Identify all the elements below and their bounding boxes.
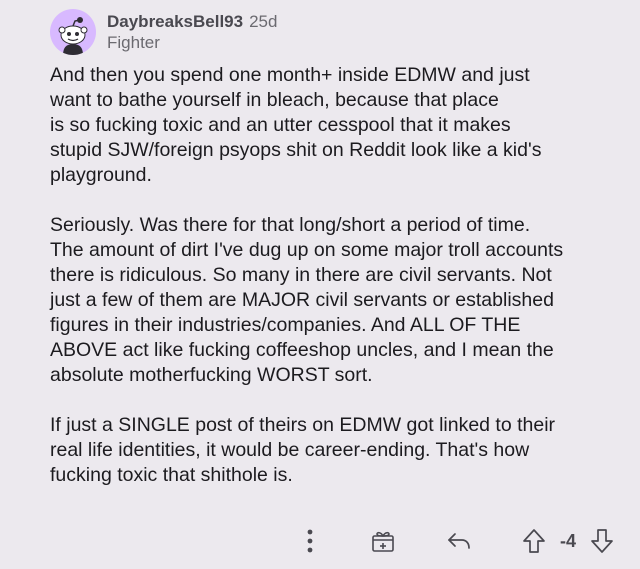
username[interactable]: DaybreaksBell93: [107, 11, 243, 32]
upvote-arrow-icon[interactable]: [520, 525, 548, 557]
comment-card: DaybreaksBell93 25d Fighter And then you…: [0, 0, 640, 569]
comment-action-bar: -4: [0, 525, 640, 557]
comment-body: And then you spend one month+ inside EDM…: [50, 63, 630, 513]
comment-age: 25d: [249, 12, 278, 31]
more-vertical-icon[interactable]: [298, 525, 322, 557]
vote-score: -4: [559, 530, 576, 551]
comment-meta: DaybreaksBell93 25d Fighter: [107, 11, 277, 53]
comment-paragraph: If just a SINGLE post of theirs on EDMW …: [50, 414, 556, 486]
user-flair: Fighter: [107, 33, 160, 52]
comment-paragraph: Seriously. Was there for that long/short…: [50, 214, 564, 386]
author-line: DaybreaksBell93 25d: [107, 11, 277, 32]
comment-paragraph: And then you spend one month+ inside EDM…: [50, 64, 542, 186]
gift-award-icon[interactable]: [368, 525, 398, 557]
downvote-arrow-icon[interactable]: [588, 525, 616, 557]
snoo-avatar-icon[interactable]: [50, 9, 96, 55]
comment-header: DaybreaksBell93 25d Fighter: [50, 8, 277, 56]
reply-arrow-icon[interactable]: [444, 525, 474, 557]
